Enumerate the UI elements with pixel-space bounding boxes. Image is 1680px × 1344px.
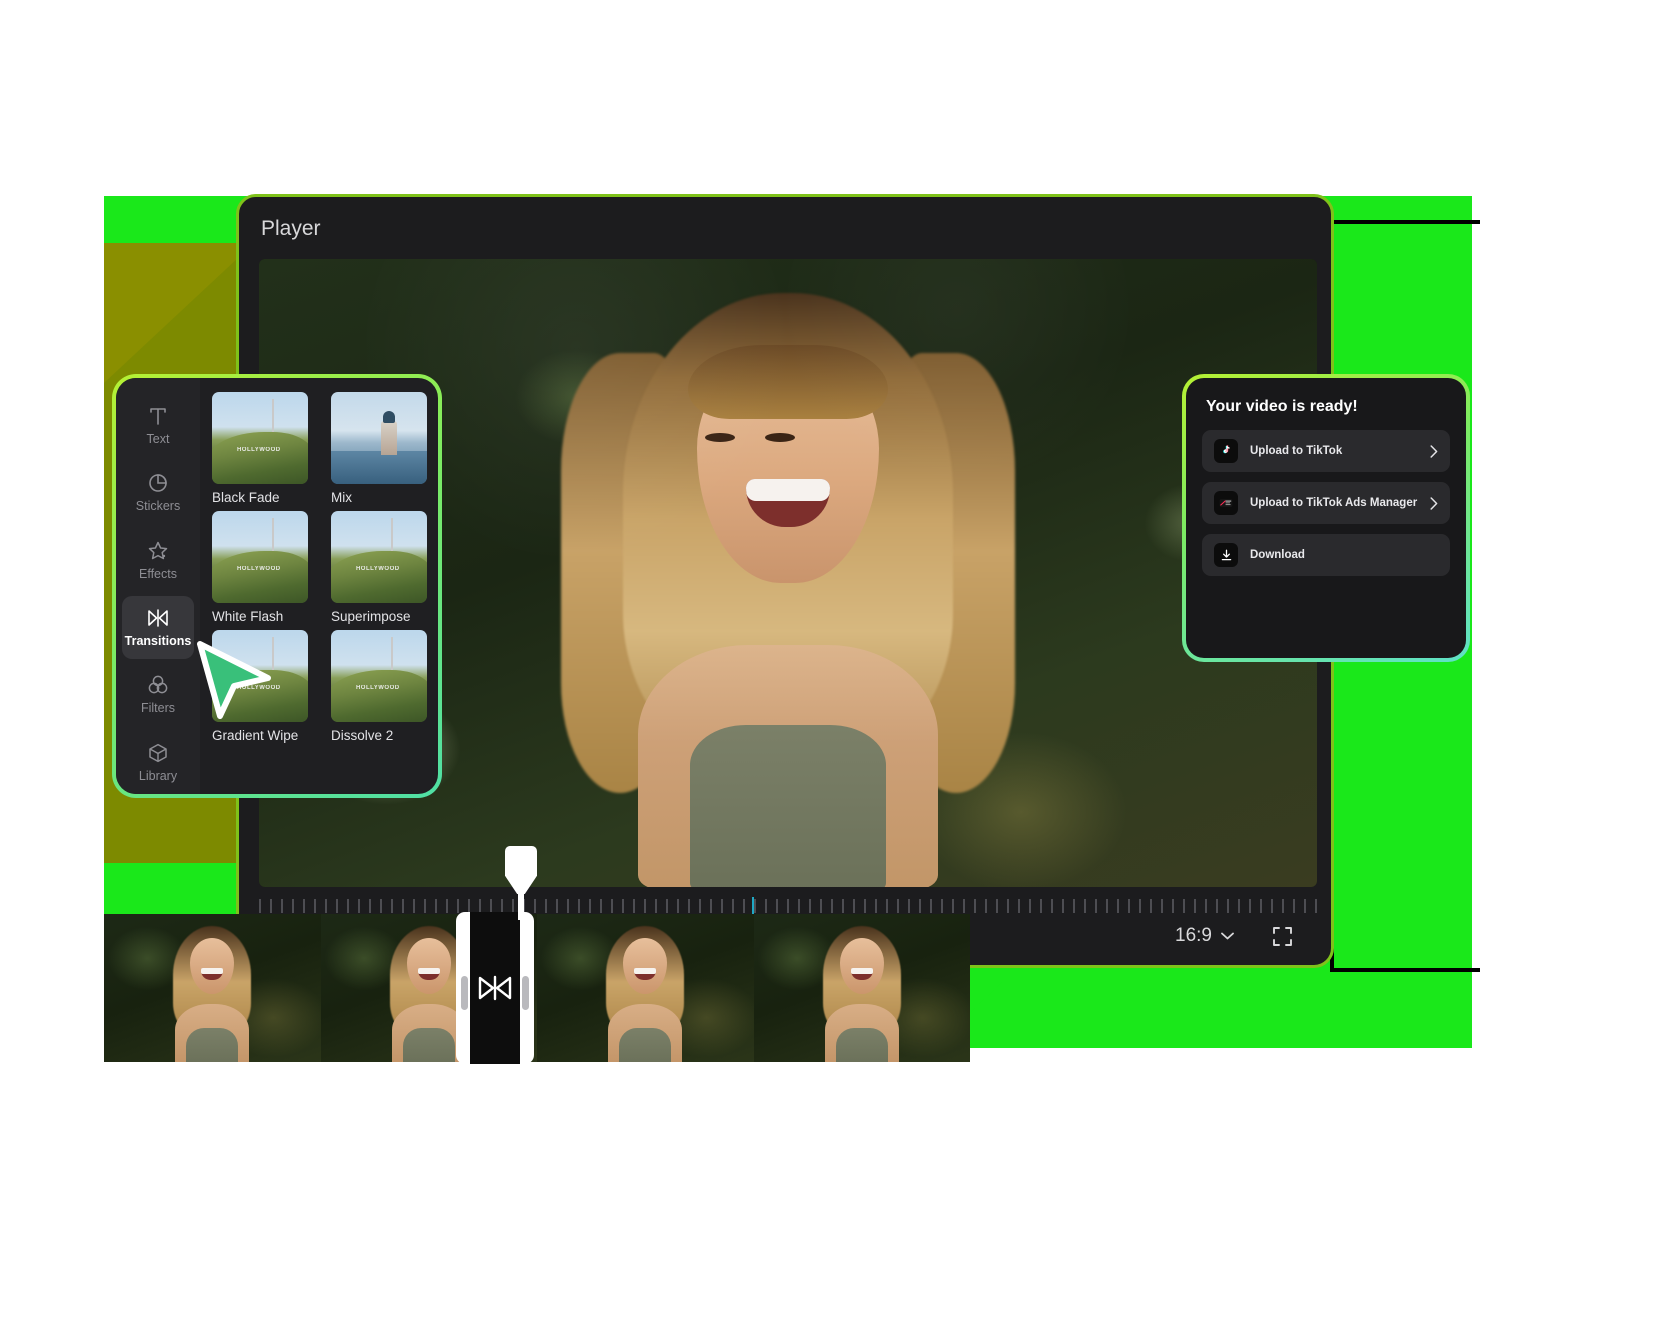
mouse-cursor-icon <box>197 641 271 719</box>
thumbnail-sign-text: HOLLYWOOD <box>236 446 281 453</box>
sidebar-item-text[interactable]: Text <box>122 394 194 457</box>
transition-label: Mix <box>331 490 352 505</box>
stickers-icon <box>149 474 167 493</box>
sidebar-item-filters[interactable]: Filters <box>122 663 194 726</box>
transition-item-white-flash[interactable]: HOLLYWOOD White Flash <box>212 511 319 624</box>
transition-thumbnail: HOLLYWOOD <box>331 511 427 603</box>
transition-thumbnail: HOLLYWOOD <box>212 392 308 484</box>
transition-label: White Flash <box>212 609 284 624</box>
transition-item-dissolve-2[interactable]: HOLLYWOOD Dissolve 2 <box>331 630 438 743</box>
transition-thumbnail: HOLLYWOOD <box>212 511 308 603</box>
aspect-ratio-selector[interactable]: 16:9 <box>1175 925 1234 947</box>
effects-icon <box>148 541 168 560</box>
tiktok-icon <box>1214 439 1238 463</box>
timeline-transition-clip[interactable] <box>456 912 534 1064</box>
aspect-ratio-value: 16:9 <box>1175 925 1212 946</box>
timeline-filmstrip[interactable] <box>104 914 970 1062</box>
thumbnail-sign-text: HOLLYWOOD <box>355 684 400 691</box>
text-icon <box>150 408 166 425</box>
screenshot-root: Player 16:9 Text Stickers Effects Transi… <box>0 0 1680 1344</box>
trim-handle-right[interactable] <box>522 976 529 1010</box>
sidebar-item-label: Transitions <box>124 634 192 649</box>
export-panel-title: Your video is ready! <box>1206 398 1358 415</box>
transition-thumbnail: HOLLYWOOD <box>331 630 427 722</box>
player-header: Player <box>239 197 1331 261</box>
thumbnail-sign-text: HOLLYWOOD <box>236 565 281 572</box>
timeline-clip[interactable] <box>753 914 970 1062</box>
export-option-label: Upload to TikTok <box>1250 445 1343 457</box>
chevron-right-icon <box>1430 444 1438 458</box>
preview-subject <box>553 293 1023 887</box>
tools-panel: Text Stickers Effects Transitions Filter… <box>112 374 442 798</box>
tiktok-ads-manager-icon <box>1214 491 1238 515</box>
export-option-label: Upload to TikTok Ads Manager <box>1250 497 1418 509</box>
page-title: Player <box>261 217 321 240</box>
download-button[interactable]: Download <box>1202 534 1450 576</box>
upload-to-tiktok-button[interactable]: Upload to TikTok <box>1202 430 1450 472</box>
sidebar-item-label: Effects <box>139 566 177 581</box>
transitions-grid: HOLLYWOOD Black Fade Mix HOLLYWOOD White… <box>200 378 438 794</box>
sidebar-item-stickers[interactable]: Stickers <box>122 461 194 524</box>
fullscreen-icon[interactable] <box>1272 926 1293 947</box>
transition-label: Superimpose <box>331 609 411 624</box>
ruler-ticks <box>259 899 1317 913</box>
download-icon <box>1214 543 1238 567</box>
transitions-icon <box>148 609 168 627</box>
transition-label: Black Fade <box>212 490 280 505</box>
sidebar-item-transitions[interactable]: Transitions <box>122 595 194 660</box>
ruler-accent-marker <box>752 897 754 915</box>
transition-label: Dissolve 2 <box>331 728 394 743</box>
transition-item-mix[interactable]: Mix <box>331 392 438 505</box>
upload-to-tiktok-ads-manager-button[interactable]: Upload to TikTok Ads Manager <box>1202 482 1450 524</box>
sidebar-item-library[interactable]: Library <box>122 731 194 794</box>
chevron-right-icon <box>1430 496 1438 510</box>
timeline-clip[interactable] <box>104 914 321 1062</box>
sidebar-item-effects[interactable]: Effects <box>122 529 194 592</box>
transition-bowtie-icon <box>478 975 512 1001</box>
library-icon <box>149 743 167 762</box>
transition-label: Gradient Wipe <box>212 728 299 743</box>
timeline-clip[interactable] <box>537 914 754 1062</box>
sidebar-item-label: Filters <box>140 701 176 716</box>
export-option-label: Download <box>1250 549 1305 561</box>
transition-thumbnail <box>331 392 427 484</box>
sidebar-item-label: Text <box>146 432 170 447</box>
transition-item-black-fade[interactable]: HOLLYWOOD Black Fade <box>212 392 319 505</box>
chevron-down-icon <box>1221 932 1234 940</box>
trim-handle-left[interactable] <box>461 976 468 1010</box>
sidebar-item-label: Stickers <box>135 499 181 514</box>
backdrop-black-line-bottom <box>1330 968 1480 972</box>
tools-sidebar: Text Stickers Effects Transitions Filter… <box>116 378 200 794</box>
filters-icon <box>148 676 168 694</box>
export-panel: Your video is ready! Upload to TikTok Up… <box>1182 374 1470 662</box>
sidebar-item-label: Library <box>138 768 178 783</box>
timeline-playhead-line <box>518 884 524 920</box>
transition-item-superimpose[interactable]: HOLLYWOOD Superimpose <box>331 511 438 624</box>
thumbnail-sign-text: HOLLYWOOD <box>355 565 400 572</box>
